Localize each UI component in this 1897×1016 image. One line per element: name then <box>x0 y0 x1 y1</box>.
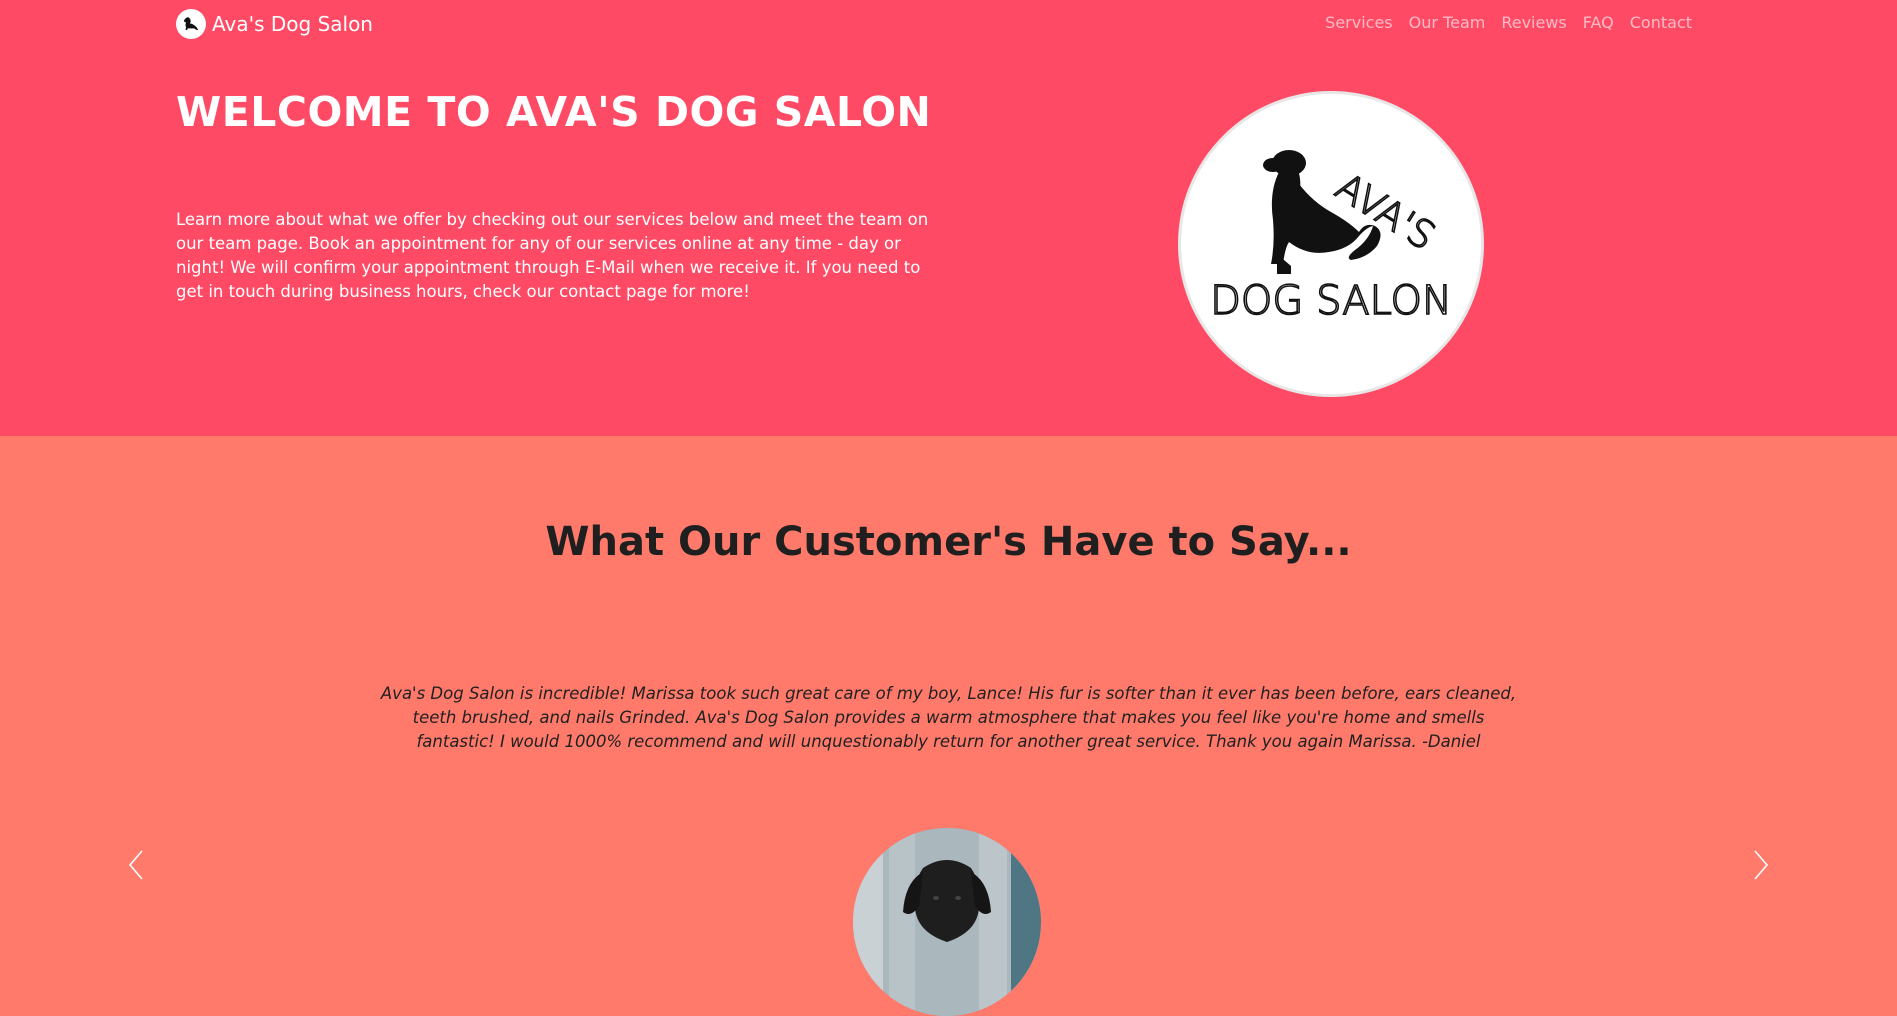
salon-logo-art: AVA'S DOG SALON <box>1209 150 1453 325</box>
reviews-title: What Our Customer's Have to Say... <box>545 519 1352 565</box>
review-quote: Ava's Dog Salon is incredible! Marissa t… <box>380 684 1517 751</box>
nav-link-our-team[interactable]: Our Team <box>1409 13 1486 32</box>
nav-link-faq[interactable]: FAQ <box>1583 13 1614 32</box>
salon-logo-text-dog-salon: DOG SALON <box>1210 278 1452 324</box>
hero-section: Ava's Dog Salon Services Our Team Review… <box>0 0 1897 436</box>
dog-silhouette-icon <box>176 9 206 39</box>
brand-link[interactable]: Ava's Dog Salon <box>176 9 373 39</box>
reviewer-dog-photo <box>853 828 1041 1016</box>
nav-link-contact[interactable]: Contact <box>1630 13 1692 32</box>
brand-name: Ava's Dog Salon <box>212 12 373 36</box>
hero-description: Learn more about what we offer by checki… <box>176 210 929 301</box>
nav-links: Services Our Team Reviews FAQ Contact <box>1309 13 1692 32</box>
nav-link-reviews[interactable]: Reviews <box>1501 13 1566 32</box>
hero-title: WELCOME TO AVA'S DOG SALON <box>176 88 932 136</box>
navbar: Ava's Dog Salon Services Our Team Review… <box>0 0 1897 46</box>
chevron-right-icon <box>1754 850 1769 880</box>
chevron-left-icon <box>128 850 143 880</box>
salon-logo: AVA'S DOG SALON <box>1178 91 1484 397</box>
carousel-prev-button[interactable] <box>120 836 156 894</box>
nav-link-services[interactable]: Services <box>1325 13 1392 32</box>
reviews-section: What Our Customer's Have to Say... Ava's… <box>0 436 1897 1016</box>
carousel-next-button[interactable] <box>1741 836 1777 894</box>
